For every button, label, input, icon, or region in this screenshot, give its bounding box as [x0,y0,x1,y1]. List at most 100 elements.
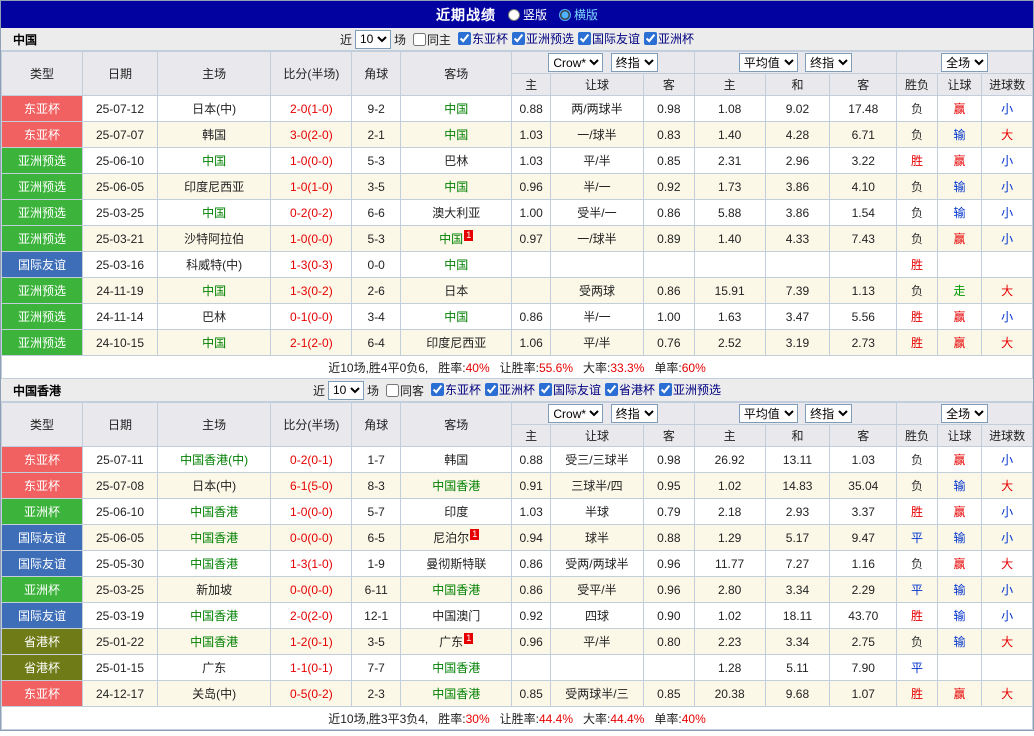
league-filter[interactable]: 国际友谊 [578,30,640,47]
same-side-checkbox[interactable] [385,383,399,397]
col-header-result-wdl: 胜负 [896,73,938,96]
average-stage-select[interactable]: 终指 [805,404,853,423]
league-filter[interactable]: 亚洲杯 [485,381,535,398]
league-checkbox[interactable] [539,383,553,396]
league-checkbox[interactable] [659,383,673,396]
corner-score: 9-2 [351,95,401,122]
odds-home: 1.03 [511,121,551,148]
team-name: 中国香港 [432,583,481,597]
league-checkbox[interactable] [430,383,444,396]
layout-radio-horizontal[interactable] [559,8,571,21]
summary-stat-label: 单率: [654,360,682,375]
league-filter[interactable]: 东亚杯 [430,381,481,398]
col-header-odds-away: 客 [643,424,695,447]
recent-count-select[interactable]: 10 [354,29,391,49]
result-handicap: 赢 [936,329,983,356]
league-label: 亚洲预选 [526,32,575,46]
col-header-avg-home: 主 [693,73,766,96]
recent-results-panel: 近期战绩 竖版 横版 中国 近 10 场 同主 东亚杯 亚洲预选 国际友谊 亚洲杯 [0,0,1034,731]
recent-count-select[interactable]: 10 [327,380,364,400]
odds-handicap: 平/半 [549,147,645,174]
league-filter[interactable]: 亚洲杯 [644,30,694,47]
corner-score: 6-5 [351,524,401,551]
layout-option-vertical[interactable]: 竖版 [507,6,547,23]
league-checkbox[interactable] [644,32,658,45]
result-handicap: 输 [936,628,983,655]
bookmaker-stage-select[interactable]: 终指 [610,404,658,423]
layout-option-horizontal[interactable]: 横版 [559,6,598,23]
result-wdl: 负 [896,95,938,122]
league-filter[interactable]: 国际友谊 [539,381,601,398]
league-filters: 东亚杯 亚洲杯 国际友谊 省港杯 亚洲预选 [427,381,721,399]
team-name: 中国香港 [190,557,239,571]
rank-badge: 1 [464,230,474,241]
match-row: 亚洲杯 25-03-25 新加坡 0-0(0-0) 6-11 中国香港 0.86 受平/半 0.… [0,576,1033,603]
avg-away-odds: 1.54 [829,199,898,226]
team-name: 新加坡 [196,583,233,597]
result-wdl: 平 [896,576,938,603]
team-name: 曼彻斯特联 [426,557,487,571]
summary-row: 近10场,胜3平3负4, 胜率:30% 让胜率:44.4% 大率:44.4% 单率:40… [1,706,1033,730]
match-score: 2-0(1-0) [270,95,353,122]
league-filters: 东亚杯 亚洲预选 国际友谊 亚洲杯 [454,30,694,48]
result-wdl: 平 [896,524,938,551]
bookmaker-stage-select[interactable]: 终指 [610,53,658,72]
home-team-cell: 中国香港 [156,628,272,655]
avg-draw-odds: 3.47 [764,303,831,330]
league-checkbox[interactable] [578,32,592,45]
result-goals: 小 [981,95,1033,122]
league-filter[interactable]: 省港杯 [605,381,655,398]
fulltime-select[interactable]: 全场 [941,404,989,423]
odds-handicap: 半/一 [549,303,645,330]
average-select[interactable]: 平均值 [738,404,798,423]
team-name: 日本(中) [192,479,237,493]
average-select[interactable]: 平均值 [738,53,798,72]
bookmaker-select[interactable]: Crow* [548,53,604,72]
odds-home: 1.00 [511,199,551,226]
result-goals: 大 [981,329,1033,356]
odds-home: 0.96 [511,173,551,200]
league-checkbox[interactable] [485,383,498,396]
team-name: 广东 [439,635,464,649]
odds-handicap: 受三/三球半 [549,446,645,473]
team-name: 中国香港 [432,687,481,701]
match-date: 24-12-17 [82,680,158,707]
layout-radio-vertical[interactable] [507,8,520,21]
odds-away [643,251,695,278]
home-team-cell: 印度尼西亚 [156,173,272,200]
match-date: 25-05-30 [82,550,158,577]
league-filter[interactable]: 东亚杯 [457,30,508,47]
avg-home-odds: 2.31 [693,147,766,174]
league-filter[interactable]: 亚洲预选 [512,30,574,47]
match-score: 0-1(0-0) [270,303,353,330]
same-side-filter[interactable]: 同客 [385,382,424,399]
games-label: 场 [393,32,406,47]
same-side-filter[interactable]: 同主 [412,31,451,48]
avg-away-odds: 3.22 [829,147,898,174]
summary-stat-value: 44.4% [610,711,645,726]
odds-away: 0.85 [643,680,695,707]
league-checkbox[interactable] [457,32,471,45]
corner-score: 12-1 [351,602,401,629]
league-checkbox[interactable] [512,32,525,45]
away-team-cell: 印度尼西亚 [399,329,513,356]
section-filter: 近 10 场 同主 东亚杯 亚洲预选 国际友谊 亚洲杯 [340,29,694,49]
home-team-cell: 沙特阿拉伯 [156,225,272,252]
result-wdl: 负 [896,550,938,577]
league-checkbox[interactable] [605,383,619,396]
match-score: 0-0(0-0) [270,576,353,603]
layout-label-horizontal: 横版 [574,8,599,22]
team-name: 韩国 [202,128,227,142]
summary-stat-label: 让胜率: [499,360,539,375]
same-side-checkbox[interactable] [412,32,426,46]
avg-away-odds: 1.07 [829,680,898,707]
fulltime-select[interactable]: 全场 [941,53,989,72]
league-filter[interactable]: 亚洲预选 [659,381,721,398]
home-team-cell: 韩国 [156,121,272,148]
average-stage-select[interactable]: 终指 [805,53,853,72]
bookmaker-select[interactable]: Crow* [548,404,604,423]
match-type-badge: 东亚杯 [0,472,84,499]
avg-away-odds: 4.10 [829,173,898,200]
odds-handicap: 两/两球半 [549,95,645,122]
avg-home-odds: 1.40 [693,121,766,148]
